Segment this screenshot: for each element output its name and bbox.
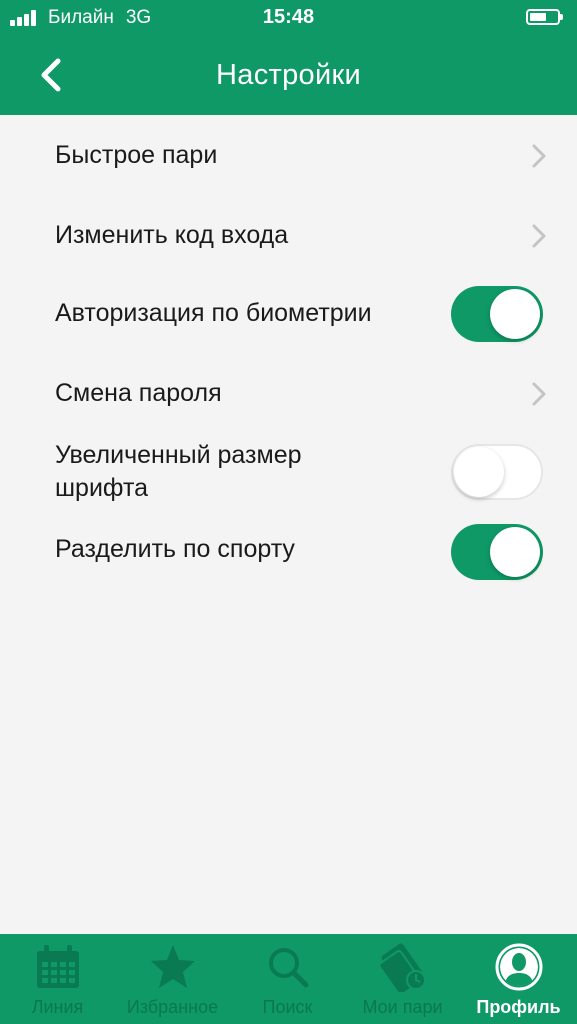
- setting-label: Изменить код входа: [55, 221, 289, 249]
- tab-my-bets[interactable]: Мои пари: [345, 934, 460, 1024]
- tab-bar: Линия Избранное Поиск Мои пари Профиль: [0, 934, 577, 1024]
- setting-label: Авторизация по биометрии: [55, 299, 372, 327]
- battery-level: [530, 13, 546, 21]
- tab-search[interactable]: Поиск: [230, 934, 345, 1024]
- biometric-toggle[interactable]: [451, 286, 543, 342]
- setting-change-passcode[interactable]: Изменить код входа: [0, 195, 577, 275]
- setting-quick-bet[interactable]: Быстрое пари: [0, 115, 577, 195]
- status-time: 15:48: [262, 6, 315, 28]
- toggle-knob: [490, 289, 540, 339]
- setting-label: Быстрое пари: [55, 141, 218, 169]
- toggle-knob: [490, 527, 540, 577]
- setting-large-font[interactable]: Увеличенный размер шрифта: [0, 433, 577, 513]
- tab-profile[interactable]: Профиль: [460, 934, 577, 1024]
- setting-label: Смена пароля: [55, 379, 222, 407]
- setting-label: Увеличенный размер шрифта: [55, 441, 302, 502]
- tab-label: Избранное: [126, 997, 219, 1017]
- search-icon: [268, 948, 308, 988]
- split-by-sport-toggle[interactable]: [451, 524, 543, 580]
- chevron-right-icon: [532, 382, 546, 406]
- tab-label: Профиль: [476, 997, 561, 1017]
- setting-biometric-auth[interactable]: Авторизация по биометрии: [0, 275, 577, 353]
- chevron-right-icon: [532, 144, 546, 168]
- tab-label: Поиск: [262, 997, 313, 1017]
- setting-split-by-sport[interactable]: Разделить по спорту: [0, 513, 577, 593]
- setting-change-password[interactable]: Смена пароля: [0, 353, 577, 433]
- tickets-icon: [377, 943, 426, 992]
- toggle-knob: [454, 447, 504, 497]
- tab-favorites[interactable]: Избранное: [115, 934, 230, 1024]
- star-icon: [150, 945, 195, 988]
- large-font-toggle[interactable]: [451, 444, 543, 500]
- header: Билайн 3G 15:48 Настройки: [0, 0, 577, 115]
- chevron-right-icon: [532, 224, 546, 248]
- tab-line[interactable]: Линия: [0, 934, 115, 1024]
- page-title: Настройки: [216, 59, 361, 91]
- tab-label: Мои пари: [362, 997, 443, 1017]
- setting-label: Разделить по спорту: [55, 535, 295, 563]
- battery-icon: [526, 9, 563, 25]
- profile-icon: [495, 943, 542, 991]
- status-bar: Билайн 3G 15:48: [0, 0, 577, 36]
- calendar-icon: [36, 945, 79, 988]
- tab-label: Линия: [31, 997, 84, 1017]
